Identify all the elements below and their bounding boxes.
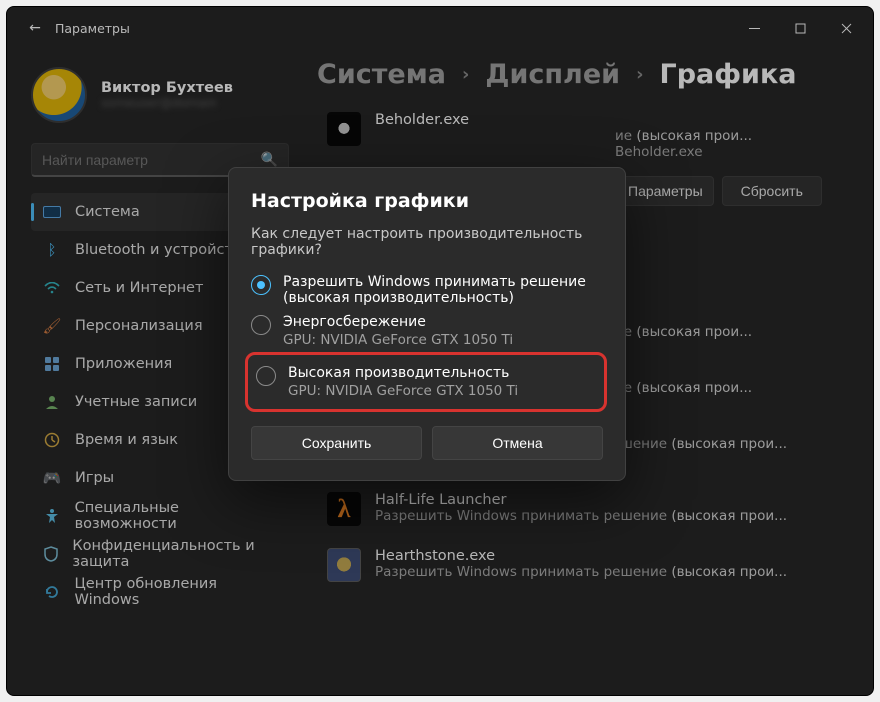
app-name: Half-Life Launcher (375, 492, 867, 508)
search-icon: 🔍 (261, 152, 278, 168)
app-item-hearthstone[interactable]: Hearthstone.exe Разрешить Windows приним… (317, 540, 867, 596)
shield-icon (43, 545, 58, 563)
clock-icon (43, 431, 61, 449)
breadcrumb-graphics: Графика (659, 59, 796, 90)
gamepad-icon: 🎮 (43, 469, 61, 487)
option-label: Энергосбережение (283, 314, 603, 330)
app-subtext: ие (высокая прои... (375, 128, 833, 144)
app-name: Hearthstone.exe (375, 548, 867, 564)
close-button[interactable] (823, 12, 869, 44)
option-gpu: GPU: NVIDIA GeForce GTX 1050 Ti (288, 383, 594, 399)
profile-email: someuser@domain (101, 96, 233, 110)
nav-label: Система (75, 204, 140, 220)
breadcrumb-display[interactable]: Дисплей (485, 59, 620, 90)
option-let-windows-decide[interactable]: Разрешить Windows принимать решение (выс… (251, 274, 603, 306)
option-high-performance[interactable]: Высокая производительность GPU: NVIDIA G… (245, 352, 607, 412)
wifi-icon (43, 279, 61, 297)
nav-label: Приложения (75, 356, 172, 372)
breadcrumb: Система › Дисплей › Графика (317, 59, 867, 90)
app-icon (327, 112, 361, 146)
nav-label: Сеть и Интернет (75, 280, 203, 296)
reset-button[interactable]: Сбросить (722, 176, 822, 206)
nav-update[interactable]: Центр обновления Windows (31, 573, 293, 611)
person-icon (43, 393, 61, 411)
app-subtext: Разрешить Windows принимать решение (выс… (375, 564, 833, 580)
app-item-halflife[interactable]: λ Half-Life Launcher Разрешить Windows п… (317, 484, 867, 540)
nav-label: Игры (75, 470, 114, 486)
option-label: Высокая производительность (288, 365, 594, 381)
radio-icon (251, 315, 271, 335)
radio-icon (256, 366, 276, 386)
option-label: Разрешить Windows принимать решение (выс… (283, 274, 603, 306)
settings-window: ← Параметры Виктор Бухтеев someuser@doma… (6, 6, 874, 696)
update-icon (43, 583, 61, 601)
nav-accessibility[interactable]: Специальные возможности (31, 497, 293, 535)
option-power-saving[interactable]: Энергосбережение GPU: NVIDIA GeForce GTX… (251, 314, 603, 348)
nav-label: Специальные возможности (75, 500, 281, 532)
nav-label: Bluetooth и устройства (75, 242, 250, 258)
save-button[interactable]: Сохранить (251, 426, 422, 460)
brush-icon: 🖌 (43, 317, 61, 335)
accessibility-icon (43, 507, 61, 525)
window-title: Параметры (55, 21, 130, 36)
chevron-right-icon: › (462, 64, 469, 85)
nav-privacy[interactable]: Конфиденциальность и защита (31, 535, 293, 573)
nav-label: Время и язык (75, 432, 178, 448)
nav-label: Конфиденциальность и защита (72, 538, 281, 570)
nav-label: Персонализация (75, 318, 203, 334)
nav-label: Центр обновления Windows (75, 576, 281, 608)
minimize-button[interactable] (731, 12, 777, 44)
option-gpu: GPU: NVIDIA GeForce GTX 1050 Ti (283, 332, 603, 348)
options-button[interactable]: Параметры (617, 176, 714, 206)
app-icon (327, 548, 361, 582)
profile-name: Виктор Бухтеев (101, 80, 233, 96)
dialog-title: Настройка графики (251, 190, 603, 212)
chevron-right-icon: › (636, 64, 643, 85)
apps-icon (43, 355, 61, 373)
app-item-beholder[interactable]: Beholder.exe ие (высокая прои... Beholde… (317, 104, 867, 174)
maximize-button[interactable] (777, 12, 823, 44)
graphics-preference-dialog: Настройка графики Как следует настроить … (228, 167, 626, 481)
dialog-question: Как следует настроить производительность… (251, 226, 603, 258)
bluetooth-icon: ᛒ (43, 241, 61, 259)
cancel-button[interactable]: Отмена (432, 426, 603, 460)
app-name: Beholder.exe (375, 112, 867, 128)
nav-label: Учетные записи (75, 394, 197, 410)
system-icon (43, 203, 61, 221)
titlebar: ← Параметры (7, 7, 873, 49)
back-button[interactable]: ← (21, 20, 49, 36)
app-subtext: Разрешить Windows принимать решение (выс… (375, 508, 833, 524)
profile-block[interactable]: Виктор Бухтеев someuser@domain (31, 67, 299, 123)
search-input[interactable] (42, 152, 261, 168)
app-icon: λ (327, 492, 361, 526)
radio-icon (251, 275, 271, 295)
app-subtext-2: Beholder.exe (375, 144, 833, 160)
breadcrumb-system[interactable]: Система (317, 59, 446, 90)
avatar (31, 67, 87, 123)
